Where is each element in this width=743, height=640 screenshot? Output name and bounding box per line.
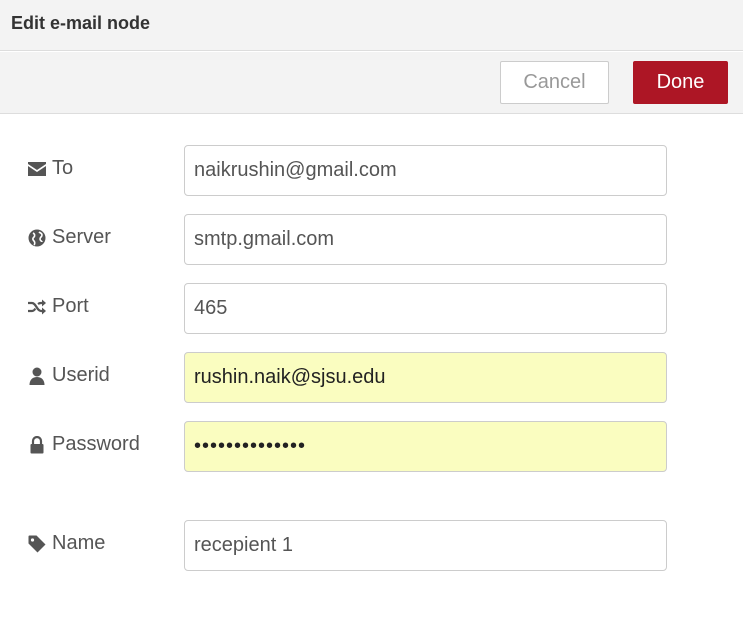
userid-label-text: Userid	[52, 364, 110, 386]
dialog-header: Edit e-mail node	[0, 0, 743, 51]
name-label: Name	[27, 532, 105, 555]
port-label-text: Port	[52, 295, 89, 317]
userid-row: Userid	[0, 352, 743, 404]
name-label-text: Name	[52, 532, 106, 554]
dialog-title: Edit e-mail node	[11, 13, 151, 33]
envelope-icon	[27, 159, 47, 179]
server-input[interactable]	[184, 214, 667, 265]
dialog-button-bar: Cancel Done	[0, 52, 743, 114]
to-label-text: To	[52, 157, 74, 179]
password-row: Password	[0, 421, 743, 473]
server-row: Server	[0, 214, 743, 266]
server-label-text: Server	[52, 226, 111, 248]
port-row: Port	[0, 283, 743, 335]
name-input[interactable]	[184, 520, 667, 571]
done-button[interactable]: Done	[633, 61, 728, 104]
to-input[interactable]	[184, 145, 667, 196]
userid-input[interactable]	[184, 352, 667, 403]
password-input[interactable]	[184, 421, 667, 472]
random-icon	[27, 297, 47, 317]
tag-icon	[27, 534, 47, 554]
password-label-text: Password	[52, 433, 140, 455]
cancel-button[interactable]: Cancel	[500, 61, 609, 104]
to-label: To	[27, 157, 73, 180]
to-row: To	[0, 145, 743, 197]
userid-label: Userid	[27, 364, 110, 387]
password-label: Password	[27, 433, 140, 456]
user-icon	[27, 366, 47, 386]
globe-icon	[27, 228, 47, 248]
port-input[interactable]	[184, 283, 667, 334]
lock-icon	[27, 435, 47, 455]
name-row: Name	[0, 520, 743, 572]
server-label: Server	[27, 226, 111, 249]
port-label: Port	[27, 295, 89, 318]
edit-form: To Server	[0, 115, 743, 640]
